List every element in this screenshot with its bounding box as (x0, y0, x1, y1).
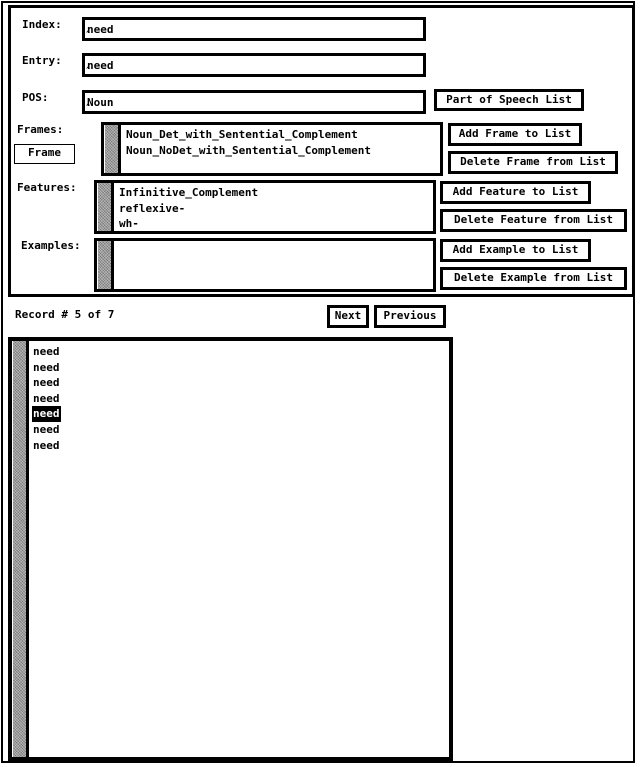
pos-value: Noun (87, 96, 114, 109)
pos-input[interactable]: Noun ^ (82, 90, 426, 114)
text-caret-icon: ^ (86, 66, 91, 74)
add-example-button[interactable]: Add Example to List (440, 239, 591, 262)
record-list-item[interactable]: need (32, 422, 61, 438)
frames-listbox[interactable]: Noun_Det_with_Sentential_Complement Noun… (101, 122, 443, 176)
record-list-item-selected[interactable]: need (32, 406, 61, 422)
entry-value: need (87, 59, 114, 72)
records-listbox[interactable]: need need need need need need need (8, 337, 453, 761)
pos-label: POS: (22, 91, 49, 104)
index-value: need (87, 23, 114, 36)
previous-button[interactable]: Previous (374, 305, 446, 328)
examples-scrollbar[interactable] (97, 241, 114, 289)
part-of-speech-list-button[interactable]: Part of Speech List (434, 89, 584, 111)
add-frame-button[interactable]: Add Frame to List (448, 123, 582, 146)
feature-list-item[interactable]: Infinitive_Complement (119, 185, 431, 201)
record-list-item[interactable]: need (32, 360, 61, 376)
feature-list-item[interactable]: reflexive- (119, 201, 431, 217)
delete-frame-button[interactable]: Delete Frame from List (448, 151, 618, 174)
frame-button[interactable]: Frame (14, 144, 75, 164)
record-list-item[interactable]: need (32, 438, 61, 454)
features-label: Features: (17, 181, 77, 194)
index-input[interactable]: need ^ (82, 17, 426, 41)
text-caret-icon: ^ (86, 103, 91, 111)
records-scrollbar[interactable] (12, 341, 29, 757)
frames-label: Frames: (17, 123, 64, 136)
features-scrollbar[interactable] (97, 183, 114, 231)
feature-list-item[interactable]: wh- (119, 216, 431, 232)
frames-scrollbar[interactable] (104, 125, 121, 173)
record-list-item[interactable]: need (32, 375, 61, 391)
examples-listbox[interactable] (94, 238, 436, 292)
entry-label: Entry: (22, 54, 62, 67)
entry-input[interactable]: need ^ (82, 53, 426, 77)
features-listbox[interactable]: Infinitive_Complement reflexive- wh- (94, 180, 436, 234)
next-button[interactable]: Next (327, 305, 369, 328)
frame-list-item[interactable]: Noun_Det_with_Sentential_Complement (126, 127, 438, 143)
delete-feature-button[interactable]: Delete Feature from List (440, 209, 627, 232)
frame-list-item[interactable]: Noun_NoDet_with_Sentential_Complement (126, 143, 438, 159)
record-list-item[interactable]: need (32, 344, 61, 360)
records-list-items: need need need need need need need (32, 344, 447, 453)
add-feature-button[interactable]: Add Feature to List (440, 181, 591, 204)
examples-label: Examples: (21, 239, 81, 252)
record-status: Record # 5 of 7 (15, 308, 115, 321)
text-caret-icon: ^ (86, 30, 91, 38)
features-list-items: Infinitive_Complement reflexive- wh- (119, 185, 431, 232)
index-label: Index: (22, 18, 62, 31)
entry-form-panel: Index: need ^ Entry: need ^ POS: Noun ^ … (8, 5, 635, 297)
record-list-item[interactable]: need (32, 391, 61, 407)
frames-list-items: Noun_Det_with_Sentential_Complement Noun… (126, 127, 438, 158)
delete-example-button[interactable]: Delete Example from List (440, 267, 627, 290)
